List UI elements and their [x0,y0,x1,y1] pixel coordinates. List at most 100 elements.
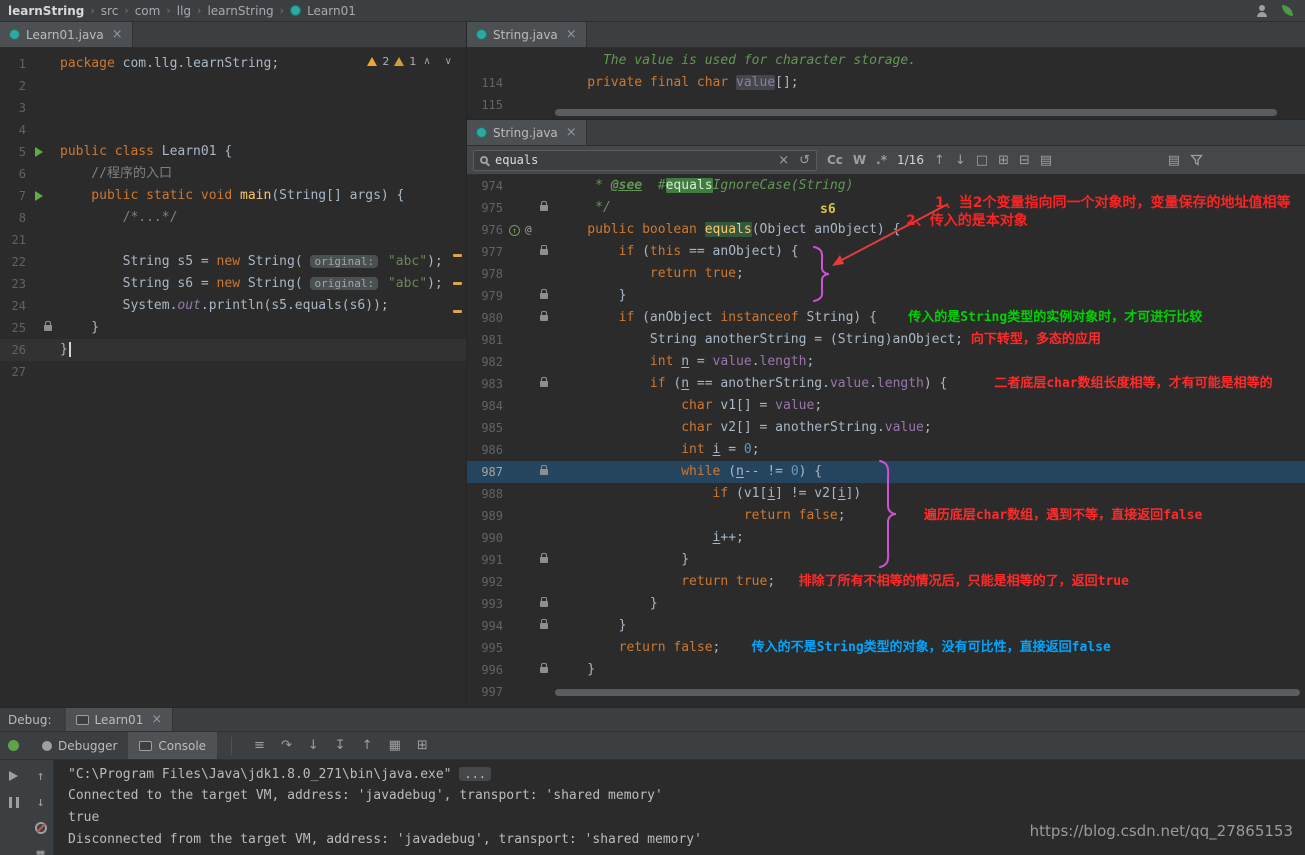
code-area-string[interactable]: 974 * @see #equalsIgnoreCase(String)975 … [467,175,1305,703]
gutter: 982 [467,351,556,373]
token: } [556,596,658,611]
previous-match-icon[interactable]: ↑ [934,153,945,168]
code-text: String s6 = new String( original: "abc")… [60,273,466,295]
token: } [60,320,99,335]
debug-session-tab[interactable]: Learn01 × [66,708,174,731]
resume-program-icon[interactable] [9,771,18,781]
token: return false [556,640,713,655]
breadcrumb-item[interactable]: com [135,4,161,18]
code-text: char v2[] = anotherString.value; [556,417,1305,439]
force-step-into-icon[interactable]: ↧ [335,738,346,753]
close-tab-icon[interactable]: × [566,125,577,140]
run-icon[interactable] [35,191,43,201]
search-input[interactable]: equals × ↺ [473,150,817,171]
annotation-note-1: 1、当2个变量指向同一个对象时，变量保存的地址值相等 [935,192,1290,212]
selection-options-icon[interactable]: ▤ [1040,153,1052,168]
debug-view-tab-console[interactable]: Console [128,732,217,759]
token: == anObject) { [681,244,798,259]
select-all-matches-icon[interactable]: □ [976,153,988,168]
gutter: 978 [467,263,556,285]
override-icon[interactable]: ↑ [509,225,520,236]
next-issue-icon[interactable]: ∨ [443,56,454,67]
breadcrumb-item[interactable]: Learn01 [307,4,356,18]
code-line: 983 if (n == anotherString.value.length)… [467,373,1305,395]
token: com.llg.learnString; [123,56,280,71]
close-tab-icon[interactable]: × [112,27,123,42]
lock-icon [540,667,548,673]
view-breakpoints-icon[interactable]: ▦ [389,738,401,753]
code-line: 23 String s6 = new String( original: "ab… [0,273,466,295]
token: private final char [556,75,736,90]
mute-breakpoints-icon[interactable] [35,822,47,834]
step-over-icon[interactable]: ↷ [281,738,292,753]
restore-layout-icon[interactable]: ⊞ [417,738,428,753]
match-case-toggle[interactable]: Cc [827,153,843,167]
token: return true [556,266,736,281]
tab-string-java-preview[interactable]: String.java × [467,22,587,47]
regex-toggle[interactable]: .* [876,153,887,167]
gutter: 980 [467,307,556,329]
breadcrumb-item[interactable]: src [101,4,119,18]
code-line: 22 String s5 = new String( original: "ab… [0,251,466,273]
code-area-learn01[interactable]: 1package com.llg.learnString;2345public … [0,48,466,383]
token: n [681,376,689,391]
debug-tab-title: Learn01 [95,713,144,727]
tab-string-java[interactable]: String.java × [467,120,587,145]
remove-occurrence-icon[interactable]: ⊟ [1019,153,1030,168]
open-results-icon[interactable]: ▤ [1168,153,1180,168]
add-occurrence-icon[interactable]: ⊞ [998,153,1009,168]
token: Learn01 { [162,144,232,159]
token: /*...*/ [60,210,177,225]
console-output[interactable]: "C:\Program Files\Java\jdk1.8.0_271\bin\… [54,760,1305,855]
whole-words-toggle[interactable]: W [853,153,866,167]
search-query[interactable]: equals [495,153,771,167]
clear-search-icon[interactable]: × [778,153,789,168]
gutter: 994 [467,615,556,637]
filter-icon[interactable] [1190,154,1203,166]
line-number: 993 [467,593,503,615]
layout-settings-icon[interactable]: ▦ [37,847,45,855]
previous-frame-icon[interactable]: ↑ [37,769,45,784]
step-out-icon[interactable]: ↑ [362,738,373,753]
view-options-icon[interactable]: ≡ [254,738,265,753]
gutter: 26 [0,339,60,361]
warning-count: 2 [382,55,389,68]
step-into-icon[interactable]: ↓ [308,738,319,753]
line-number: 21 [0,229,26,251]
close-tab-icon[interactable]: × [566,27,577,42]
breadcrumb-item[interactable]: learnString [8,4,84,18]
token: if [556,376,673,391]
search-history-icon[interactable]: ↺ [799,153,810,168]
horizontal-scrollbar[interactable] [555,689,1300,696]
token: public static void [60,188,240,203]
next-match-icon[interactable]: ↓ [955,153,966,168]
code-area-string-preview[interactable]: The value is used for character storage.… [467,48,1305,116]
horizontal-scrollbar[interactable] [555,109,1277,116]
token: equals [666,178,713,193]
i-monitor-icon [139,741,152,751]
line-number: 26 [0,339,26,361]
breadcrumb-item[interactable]: llg [177,4,191,18]
code-text: i++; [556,527,1305,549]
prev-issue-icon[interactable]: ∧ [421,56,432,67]
green-plant-icon[interactable] [1282,5,1293,16]
gutter: 990 [467,527,556,549]
pause-program-icon[interactable] [9,797,19,808]
gutter: 976↑@ [467,219,556,241]
gutter: 987 [467,461,556,483]
debug-view-tab-debugger[interactable]: Debugger [31,732,128,759]
gutter: 2 [0,75,60,97]
close-icon[interactable]: × [151,712,162,727]
run-icon[interactable] [35,147,43,157]
token: . [869,376,877,391]
gutter: 6 [0,163,60,185]
inspections-widget[interactable]: 2 1 ∧∨ [367,55,454,68]
topbar-icons [1256,5,1297,17]
token: ; [924,420,932,435]
breadcrumb-item[interactable]: learnString [207,4,273,18]
user-icon[interactable] [1256,5,1268,17]
code-text: } [556,285,1305,307]
next-frame-icon[interactable]: ↓ [37,795,45,810]
code-text: return false; 传入的不是String类型的对象，没有可比性，直接返… [556,637,1305,659]
tab-learn01-java[interactable]: Learn01.java × [0,22,133,47]
